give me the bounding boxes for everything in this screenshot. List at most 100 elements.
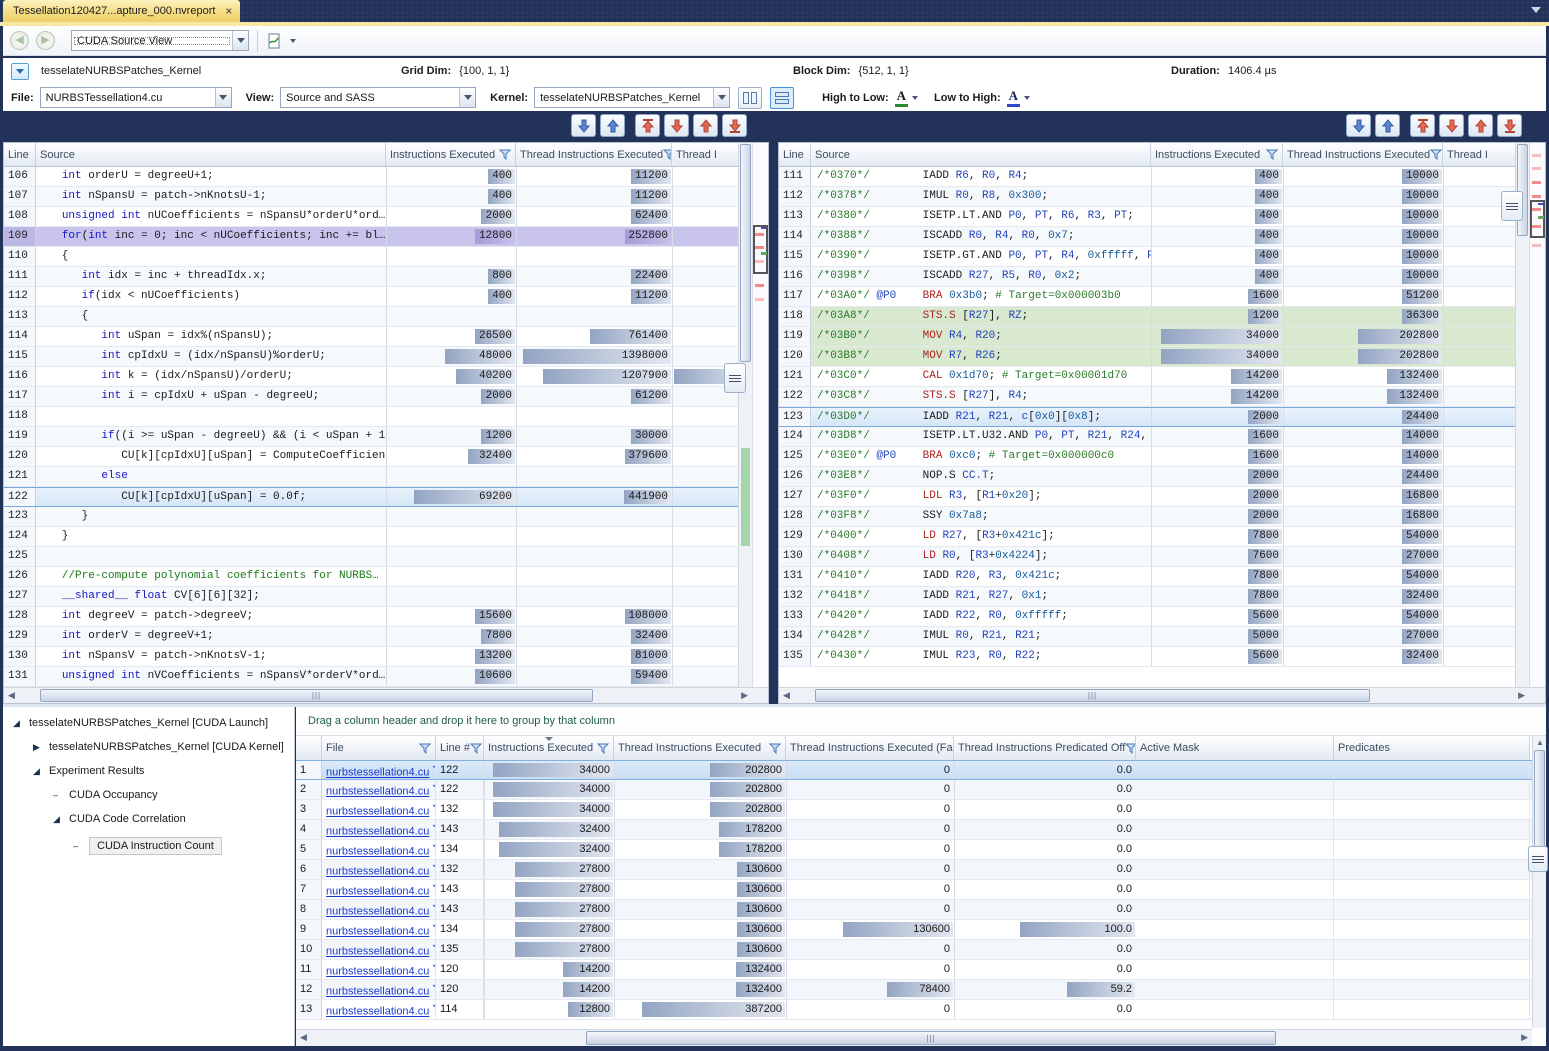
tree-item-experiment-results[interactable]: ◢Experiment Results [33, 765, 144, 777]
report-tab[interactable]: Tessellation120427...apture_000.nvreport… [3, 0, 240, 22]
source-row-108[interactable]: 108 unsigned int nUCoefficients = nSpans… [4, 207, 768, 227]
source-row-130[interactable]: 130/*0408*/ LD R0, [R3+0x4224];760027000 [779, 547, 1545, 567]
col-file[interactable]: File [322, 736, 436, 760]
source-row-124[interactable]: 124/*03D8*/ ISETP.LT.U32.AND P0, PT, R21… [779, 427, 1545, 447]
tree-item-tesselatenurbspatches-kernel-cuda-kernel-[interactable]: ▶tesselateNURBSPatches_Kernel [CUDA Kern… [33, 741, 284, 753]
source-row-117[interactable]: 117 int i = cpIdxU + uSpan - degreeU;200… [4, 387, 768, 407]
filter-icon[interactable] [597, 743, 609, 754]
col-source[interactable]: Source [36, 143, 386, 166]
table-horizontal-scrollbar[interactable]: ◀ ||| ▶ [296, 1029, 1532, 1046]
jump-down-red-button[interactable] [1439, 114, 1464, 137]
source-row-112[interactable]: 112/*0378*/ IMUL R0, R8, 0x300;40010000 [779, 187, 1545, 207]
col-predicates[interactable]: Predicates [1334, 736, 1530, 760]
source-row-116[interactable]: 116/*0398*/ ISCADD R27, R5, R0, 0x2;4001… [779, 267, 1545, 287]
right-vertical-scrollbar[interactable] [1515, 143, 1529, 687]
col-thread-instructions-predicated-off[interactable]: Thread Instructions Predicated Off [954, 736, 1136, 760]
table-row-6[interactable]: 6nurbstessellation4.cu ◥1322780013060000… [296, 860, 1532, 880]
jump-down-red-button[interactable] [664, 114, 689, 137]
source-row-115[interactable]: 115/*0390*/ ISETP.GT.AND P0, PT, R4, 0xf… [779, 247, 1545, 267]
tree-item-cuda-occupancy[interactable]: –CUDA Occupancy [53, 789, 158, 801]
source-row-132[interactable]: 132/*0418*/ IADD R21, R27, 0x1;780032400 [779, 587, 1545, 607]
scroll-up-blue-button[interactable] [1375, 114, 1400, 137]
source-row-116[interactable]: 116 int k = (idx/nSpansU)/orderU;4020012… [4, 367, 768, 387]
group-by-bar[interactable]: Drag a column header and drop it here to… [296, 707, 1546, 736]
source-row-124[interactable]: 124 } [4, 527, 768, 547]
table-row-7[interactable]: 7nurbstessellation4.cu ◥1432780013060000… [296, 880, 1532, 900]
table-row-12[interactable]: 12nurbstessellation4.cu ◥120142001324007… [296, 980, 1532, 1000]
source-row-121[interactable]: 121 else [4, 467, 768, 487]
tab-list-dropdown-icon[interactable] [1531, 7, 1541, 13]
dropdown-button[interactable] [713, 88, 729, 107]
source-row-134[interactable]: 134/*0428*/ IMUL R0, R21, R21;500027000 [779, 627, 1545, 647]
jump-up-red-button[interactable] [693, 114, 718, 137]
scroll-down-blue-button[interactable] [571, 114, 596, 137]
source-row-125[interactable]: 125 [4, 547, 768, 567]
file-link[interactable]: nurbstessellation4.cu [326, 946, 429, 958]
splitter-grip-button[interactable] [1528, 846, 1548, 872]
source-row-131[interactable]: 131 unsigned int nVCoefficients = nSpans… [4, 667, 768, 687]
file-link[interactable]: nurbstessellation4.cu [326, 926, 429, 938]
source-row-120[interactable]: 120 CU[k][cpIdxU][uSpan] = ComputeCoeffi… [4, 447, 768, 467]
table-row-9[interactable]: 9nurbstessellation4.cu ◥1342780013060013… [296, 920, 1532, 940]
source-row-119[interactable]: 119/*03B0*/ MOV R4, R20;34000202800 [779, 327, 1545, 347]
col-thread-instructions-executed[interactable]: Thread Instructions Executed [1283, 143, 1443, 166]
table-row-10[interactable]: 10nurbstessellation4.cu ◥135278001306000… [296, 940, 1532, 960]
dropdown-button[interactable] [215, 88, 231, 107]
col-instructions-executed[interactable]: Instructions Executed [1151, 143, 1283, 166]
source-row-115[interactable]: 115 int cpIdxU = (idx/nSpansU)%orderU;48… [4, 347, 768, 367]
scroll-up-blue-button[interactable] [600, 114, 625, 137]
source-row-123[interactable]: 123/*03D0*/ IADD R21, R21, c[0x0][0x8];2… [779, 407, 1545, 427]
source-row-123[interactable]: 123 } [4, 507, 768, 527]
right-hotspot-minimap[interactable] [1529, 143, 1545, 687]
source-row-114[interactable]: 114/*0388*/ ISCADD R0, R4, R0, 0x7;40010… [779, 227, 1545, 247]
filter-icon[interactable] [470, 743, 482, 754]
file-link[interactable]: nurbstessellation4.cu [326, 866, 429, 878]
col-active-mask[interactable]: Active Mask [1136, 736, 1334, 760]
filter-icon[interactable] [769, 743, 781, 754]
expanded-icon[interactable]: ◢ [53, 814, 63, 825]
jump-first-red-button[interactable] [1410, 114, 1435, 137]
filter-icon[interactable] [419, 743, 431, 754]
source-row-113[interactable]: 113/*0380*/ ISETP.LT.AND P0, PT, R6, R3,… [779, 207, 1545, 227]
chevron-down-icon[interactable] [1024, 96, 1030, 100]
source-row-129[interactable]: 129 int orderV = degreeV+1;780032400 [4, 627, 768, 647]
file-link[interactable]: nurbstessellation4.cu [326, 886, 429, 898]
low-to-high-color-swatch[interactable]: A [1007, 88, 1020, 107]
split-vertical-button[interactable] [738, 87, 762, 109]
splitter-grip-button[interactable] [724, 363, 746, 393]
file-link[interactable]: nurbstessellation4.cu [326, 786, 429, 798]
col-line[interactable]: Line [4, 143, 36, 166]
forward-button[interactable]: ▶ [36, 31, 55, 50]
right-horizontal-scrollbar[interactable]: ◀ ||| ▶ [779, 687, 1545, 703]
scroll-down-blue-button[interactable] [1346, 114, 1371, 137]
table-row-4[interactable]: 4nurbstessellation4.cu ◥1433240017820000… [296, 820, 1532, 840]
source-row-117[interactable]: 117/*03A0*/ @P0 BRA 0x3b0; # Target=0x00… [779, 287, 1545, 307]
splitter-grip-button[interactable] [1501, 191, 1523, 221]
source-row-118[interactable]: 118/*03A8*/ STS.S [R27], RZ;120036300 [779, 307, 1545, 327]
kernel-selector[interactable]: tesselateNURBSPatches_Kernel [534, 87, 730, 108]
file-link[interactable]: nurbstessellation4.cu [326, 767, 429, 779]
source-row-129[interactable]: 129/*0400*/ LD R27, [R3+0x421c];78005400… [779, 527, 1545, 547]
source-row-120[interactable]: 120/*03B8*/ MOV R7, R26;34000202800 [779, 347, 1545, 367]
filter-icon[interactable] [1430, 149, 1442, 160]
col-line-[interactable]: Line # [436, 736, 484, 760]
left-vertical-scrollbar[interactable] [738, 143, 752, 687]
source-row-111[interactable]: 111 int idx = inc + threadIdx.x;80022400 [4, 267, 768, 287]
filter-icon[interactable] [499, 149, 511, 160]
expanded-icon[interactable]: ◢ [33, 766, 43, 777]
source-row-126[interactable]: 126 //Pre-compute polynomial coefficient… [4, 567, 768, 587]
source-row-131[interactable]: 131/*0410*/ IADD R20, R3, 0x421c;7800540… [779, 567, 1545, 587]
expanded-icon[interactable]: ◢ [13, 718, 23, 729]
filter-icon[interactable] [663, 149, 672, 160]
jump-up-red-button[interactable] [1468, 114, 1493, 137]
file-selector[interactable]: NURBSTessellation4.cu [40, 87, 232, 108]
page-view-selector[interactable]: CUDA Source View [71, 30, 249, 51]
file-link[interactable]: nurbstessellation4.cu [326, 986, 429, 998]
source-row-113[interactable]: 113 { [4, 307, 768, 327]
source-row-133[interactable]: 133/*0420*/ IADD R22, R0, 0xfffff;560054… [779, 607, 1545, 627]
left-horizontal-scrollbar[interactable]: ◀ ||| ▶ [4, 687, 768, 703]
file-link[interactable]: nurbstessellation4.cu [326, 966, 429, 978]
export-report-button[interactable] [266, 33, 296, 49]
col-thread-instructions-executed[interactable]: Thread Instructions Executed [614, 736, 786, 760]
source-row-125[interactable]: 125/*03E0*/ @P0 BRA 0xc0; # Target=0x000… [779, 447, 1545, 467]
